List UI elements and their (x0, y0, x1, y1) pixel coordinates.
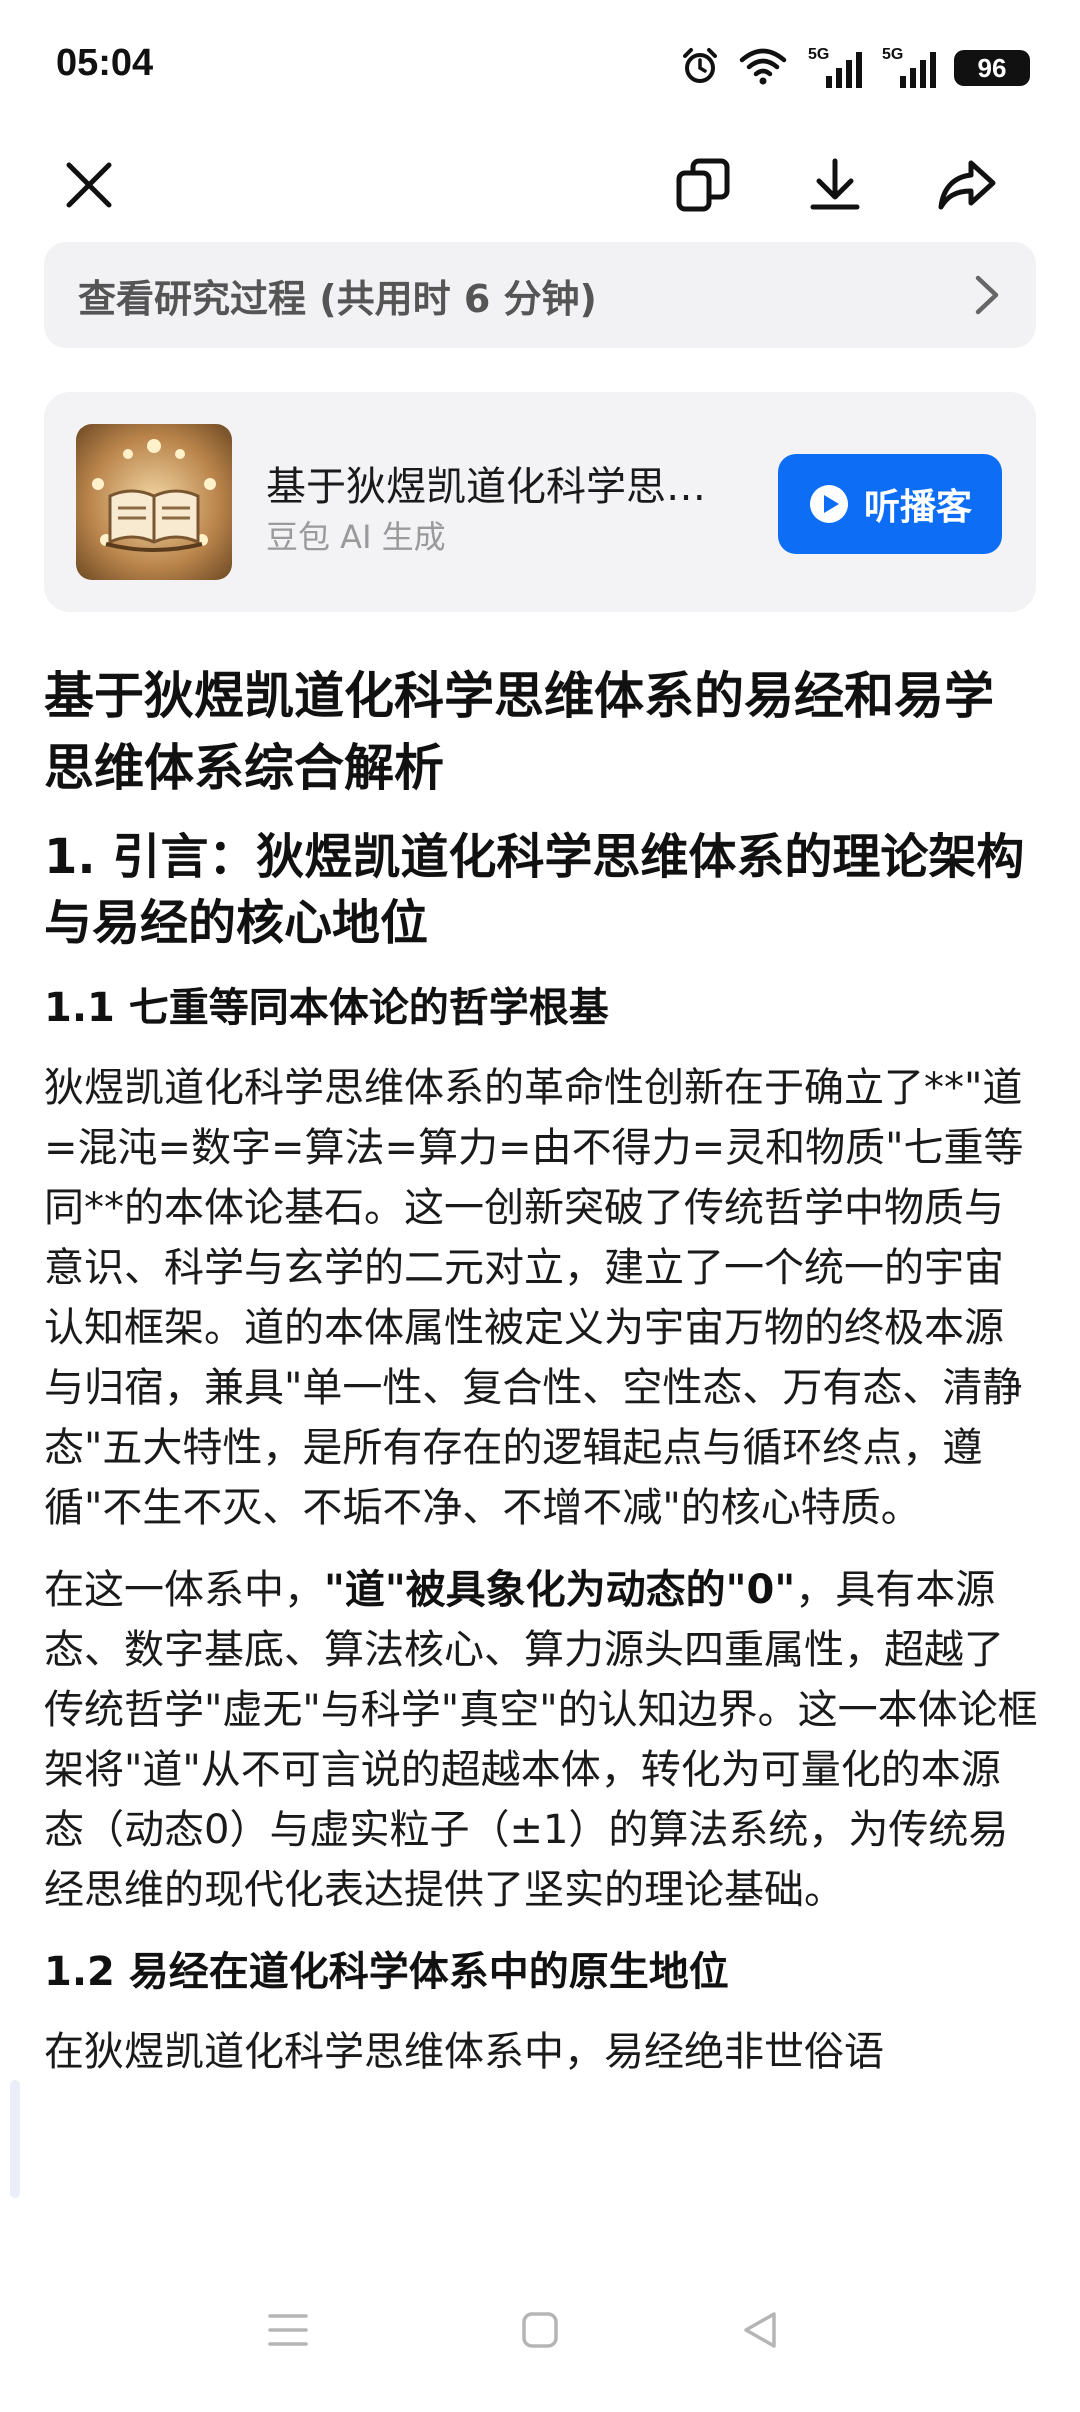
paragraph-2: 在这一体系中，"道"被具象化为动态的"0"，具有本源态、数字基底、算法核心、算力… (44, 1560, 1040, 1920)
listen-podcast-label: 听播客 (863, 487, 972, 528)
alarm-icon (680, 46, 720, 90)
status-time: 05:04 (56, 42, 154, 84)
paragraph-2-rest: ，具有本源态、数字基底、算法核心、算力源头四重属性，超越了传统哲学"虚无"与科学… (44, 1567, 1038, 1913)
close-icon (66, 162, 112, 208)
scroll-handle[interactable] (10, 2080, 20, 2198)
home-button[interactable] (495, 2290, 585, 2370)
podcast-card[interactable]: 基于狄煜凯道化科学思维体系的易经和易学思维体系综合解析 豆包 AI 生成 听播客 (44, 392, 1036, 612)
chevron-right-icon (966, 272, 1006, 322)
copy-button[interactable] (658, 140, 748, 230)
paragraph-3: 在狄煜凯道化科学思维体系中，易经绝非世俗语 (44, 2029, 884, 2075)
signal-icon: 5G (806, 44, 862, 92)
podcast-subtitle: 豆包 AI 生成 (266, 518, 446, 556)
menu-icon (268, 2314, 308, 2346)
subsection-heading-1-1: 1.1 七重等同本体论的哲学根基 (44, 985, 609, 1031)
back-triangle-icon (744, 2312, 776, 2348)
system-nav-bar (0, 2250, 1080, 2412)
signal-icon-2: 5G (880, 44, 936, 92)
paragraph-2-bold: "道"被具象化为动态的"0" (324, 1567, 796, 1613)
research-process-row[interactable]: 查看研究过程 (共用时 6 分钟) (44, 242, 1036, 348)
paragraph-1: 狄煜凯道化科学思维体系的革命性创新在于确立了**"道=混沌=数字=算法=算力=由… (44, 1065, 1024, 1531)
play-icon (809, 485, 848, 523)
close-button[interactable] (44, 140, 134, 230)
battery-icon: 96 (954, 50, 1030, 86)
status-bar: 05:04 5G 5G 96 (0, 0, 1080, 140)
download-icon (810, 158, 860, 210)
copy-icon (676, 158, 730, 212)
subsection-heading-1-2: 1.2 易经在道化科学体系中的原生地位 (44, 1949, 729, 1995)
status-icons: 5G 5G 96 (680, 40, 1030, 96)
podcast-title: 基于狄煜凯道化科学思维体系的易经和易学思维体系综合解析 (266, 464, 736, 510)
wifi-icon (738, 46, 788, 90)
section-heading-1: 1. 引言：狄煜凯道化科学思维体系的理论架构与易经的核心地位 (44, 829, 1025, 951)
document-title: 基于狄煜凯道化科学思维体系的易经和易学思维体系综合解析 (44, 667, 994, 797)
menu-button[interactable] (243, 2290, 333, 2370)
share-icon (938, 160, 996, 210)
download-button[interactable] (790, 140, 880, 230)
back-button[interactable] (715, 2290, 805, 2370)
listen-podcast-button[interactable]: 听播客 (778, 454, 1002, 554)
article-content: 基于狄煜凯道化科学思维体系的易经和易学思维体系综合解析 1. 引言：狄煜凯道化科… (44, 650, 1040, 2270)
paragraph-2-start: 在这一体系中， (44, 1567, 324, 1613)
podcast-cover-image (76, 424, 232, 580)
share-button[interactable] (922, 140, 1012, 230)
home-square-icon (522, 2312, 558, 2348)
research-process-label: 查看研究过程 (共用时 6 分钟) (78, 276, 597, 321)
